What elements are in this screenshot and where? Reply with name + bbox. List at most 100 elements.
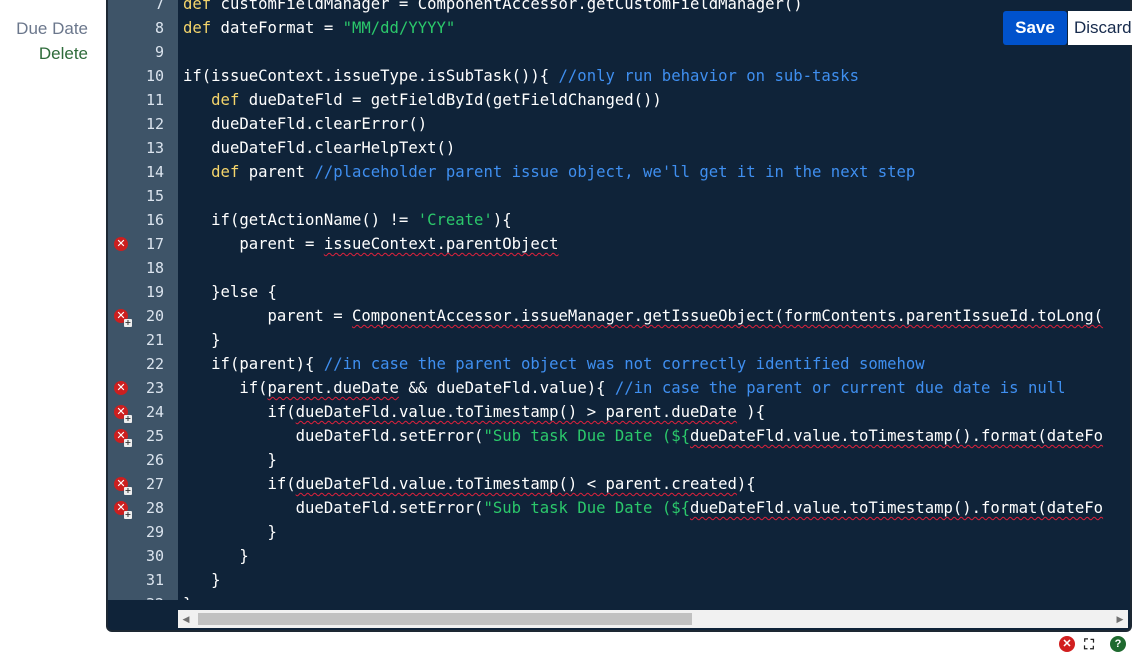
code-line[interactable]: 21 }	[108, 328, 1130, 352]
code-token: def	[211, 163, 240, 181]
code-text[interactable]: }	[183, 544, 249, 568]
code-line[interactable]: 16 if(getActionName() != 'Create'){	[108, 208, 1130, 232]
code-text[interactable]: if(parent){ //in case the parent object …	[183, 352, 925, 376]
code-text[interactable]: def dueDateFld = getFieldById(getFieldCh…	[183, 88, 662, 112]
code-line[interactable]: 18	[108, 256, 1130, 280]
code-line[interactable]: 12 dueDateFld.clearError()	[108, 112, 1130, 136]
code-token: "MM/dd/YYYY"	[342, 19, 456, 37]
line-number: 21	[145, 331, 164, 349]
discard-button[interactable]: Discard	[1068, 11, 1134, 45]
line-number: 20	[145, 307, 164, 325]
line-number: 27	[145, 475, 164, 493]
code-text[interactable]: if(issueContext.issueType.isSubTask()){ …	[183, 64, 859, 88]
code-token: parent	[239, 163, 315, 181]
code-token: dueDateFld.setError(	[183, 427, 484, 445]
line-number: 9	[154, 43, 164, 61]
code-line[interactable]: ✕ + 27 if(dueDateFld.value.toTimestamp() <…	[108, 472, 1130, 496]
code-token: }	[183, 571, 221, 589]
line-number: 7	[154, 0, 164, 13]
line-number: 30	[145, 547, 164, 565]
code-text[interactable]: parent = ComponentAccessor.issueManager.…	[183, 304, 1103, 328]
code-text[interactable]: def dateFormat = "MM/dd/YYYY"	[183, 16, 455, 40]
error-marker-icon[interactable]: ✕ +	[114, 477, 132, 495]
code-token: "Sub task Due Date (${	[483, 499, 690, 517]
code-line[interactable]: 13 dueDateFld.clearHelpText()	[108, 136, 1130, 160]
code-line[interactable]: 31 }	[108, 568, 1130, 592]
fullscreen-icon[interactable]: ⛶	[1081, 636, 1097, 652]
code-text[interactable]: if(dueDateFld.value.toTimestamp() < pare…	[183, 472, 756, 496]
horizontal-scrollbar[interactable]: ◀ ▶	[178, 610, 1128, 628]
line-number: 31	[145, 571, 164, 589]
code-lines[interactable]: 7 def customFieldManager = ComponentAcces…	[108, 0, 1130, 600]
code-line[interactable]: 7 def customFieldManager = ComponentAcces…	[108, 0, 1130, 16]
code-text[interactable]: def parent //placeholder parent issue ob…	[183, 160, 915, 184]
code-token: parent =	[183, 235, 324, 253]
code-text[interactable]: if(getActionName() != 'Create'){	[183, 208, 511, 232]
scroll-left-icon[interactable]: ◀	[178, 610, 194, 628]
code-line[interactable]: ✕ + 20 parent = ComponentAccessor.issueMan…	[108, 304, 1130, 328]
code-text[interactable]: dueDateFld.clearError()	[183, 112, 427, 136]
error-marker-icon[interactable]: ✕ +	[114, 309, 132, 327]
code-token: }	[183, 547, 249, 565]
code-line[interactable]: ✕ + 28 dueDateFld.setError("Sub task Due D…	[108, 496, 1130, 520]
line-number: 8	[154, 19, 164, 37]
error-circle-icon[interactable]: ✕	[1059, 636, 1075, 652]
code-line[interactable]: 8 def dateFormat = "MM/dd/YYYY"	[108, 16, 1130, 40]
code-token: }	[183, 523, 277, 541]
code-token: }else {	[183, 283, 277, 301]
code-token: if(parent){	[183, 355, 324, 373]
code-line[interactable]: ✕ 23 if(parent.dueDate && dueDateFld.valu…	[108, 376, 1130, 400]
line-number: 24	[145, 403, 164, 421]
error-marker-icon[interactable]: ✕	[114, 237, 128, 251]
save-button[interactable]: Save	[1003, 11, 1067, 45]
code-token: //in case the parent or current due date…	[614, 379, 1066, 397]
error-marker-icon[interactable]: ✕ +	[114, 405, 132, 423]
code-token: dueDateFld.value.toTimestamp() < parent.…	[295, 475, 737, 493]
line-number: 22	[145, 355, 164, 373]
code-line[interactable]: 19 }else {	[108, 280, 1130, 304]
code-line[interactable]: ✕ + 24 if(dueDateFld.value.toTimestamp() >…	[108, 400, 1130, 424]
code-text[interactable]: }	[183, 520, 277, 544]
code-line[interactable]: ✕ 17 parent = issueContext.parentObject	[108, 232, 1130, 256]
scroll-right-icon[interactable]: ▶	[1112, 610, 1128, 628]
error-marker-icon[interactable]: ✕ +	[114, 501, 132, 519]
code-editor[interactable]: 7 def customFieldManager = ComponentAcces…	[106, 0, 1132, 632]
code-text[interactable]: dueDateFld.clearHelpText()	[183, 136, 455, 160]
code-token: ){	[736, 403, 766, 421]
code-text[interactable]: parent = issueContext.parentObject	[183, 232, 558, 256]
code-token: ){	[736, 475, 756, 493]
line-number: 14	[145, 163, 164, 181]
code-text[interactable]: }	[183, 592, 192, 600]
code-line[interactable]: 22 if(parent){ //in case the parent obje…	[108, 352, 1130, 376]
line-number: 13	[145, 139, 164, 157]
code-token: 'Create'	[417, 211, 493, 229]
code-line[interactable]: 10 if(issueContext.issueType.isSubTask())…	[108, 64, 1130, 88]
code-text[interactable]: def customFieldManager = ComponentAccess…	[183, 0, 803, 16]
code-text[interactable]: dueDateFld.setError("Sub task Due Date (…	[183, 496, 1103, 520]
code-token: if(getActionName() !=	[183, 211, 418, 229]
code-line[interactable]: 30 }	[108, 544, 1130, 568]
code-line[interactable]: 11 def dueDateFld = getFieldById(getFiel…	[108, 88, 1130, 112]
help-icon[interactable]: ?	[1110, 636, 1126, 652]
code-line[interactable]: ✕ + 25 dueDateFld.setError("Sub task Due D…	[108, 424, 1130, 448]
delete-link[interactable]: Delete	[0, 41, 88, 66]
code-line[interactable]: 9	[108, 40, 1130, 64]
code-line[interactable]: 29 }	[108, 520, 1130, 544]
error-marker-icon[interactable]: ✕	[114, 381, 128, 395]
code-text[interactable]: }else {	[183, 280, 277, 304]
code-token: def	[183, 0, 212, 13]
code-text[interactable]: if(dueDateFld.value.toTimestamp() > pare…	[183, 400, 765, 424]
code-text[interactable]: if(parent.dueDate && dueDateFld.value){ …	[183, 376, 1066, 400]
code-line[interactable]: 32}	[108, 592, 1130, 600]
code-line[interactable]: 14 def parent //placeholder parent issue…	[108, 160, 1130, 184]
code-text[interactable]: }	[183, 328, 220, 352]
error-marker-icon[interactable]: ✕ +	[114, 429, 132, 447]
scrollbar-thumb[interactable]	[198, 613, 692, 625]
code-line[interactable]: 26 }	[108, 448, 1130, 472]
code-text[interactable]: }	[183, 448, 276, 472]
code-text[interactable]: dueDateFld.setError("Sub task Due Date (…	[183, 424, 1103, 448]
code-line[interactable]: 15	[108, 184, 1130, 208]
code-token: dueDateFld.value.toTimestamp().format(da…	[689, 499, 1104, 517]
code-text[interactable]: }	[183, 568, 221, 592]
